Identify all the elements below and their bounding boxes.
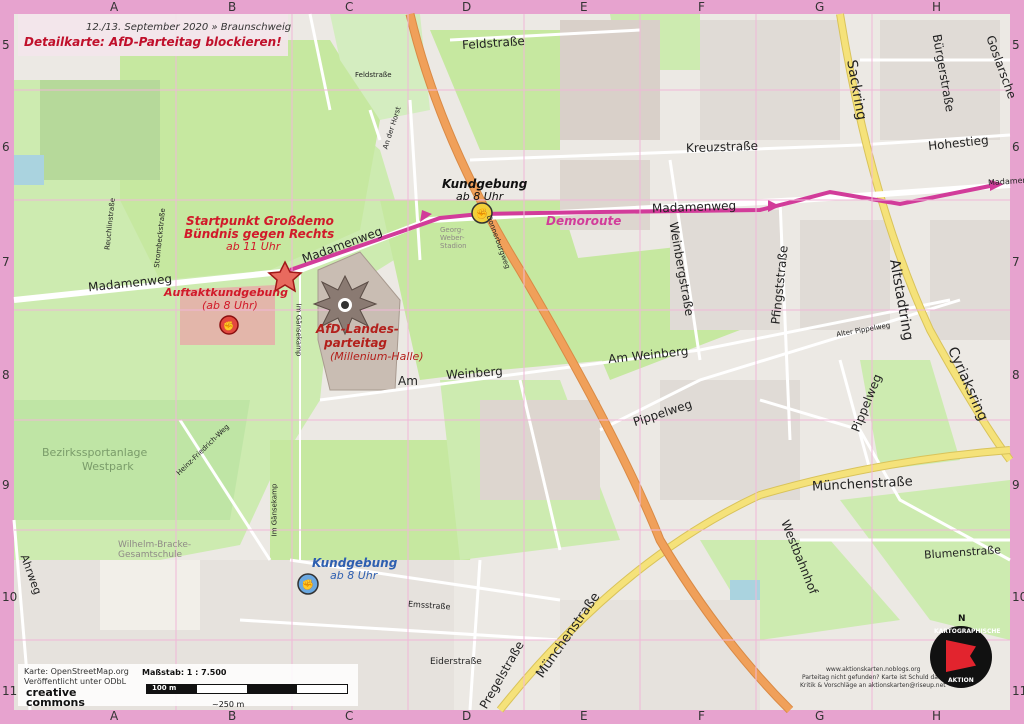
- grid-row-label: 5: [1012, 38, 1020, 52]
- grid-row-label: 8: [1012, 368, 1020, 382]
- place-label-school: Wilhelm-Bracke-Gesamtschule: [118, 540, 192, 560]
- auftakt-fist-marker[interactable]: ✊: [219, 315, 239, 335]
- annotation-kundgebung-yellow-time: ab 8 Uhr: [456, 190, 504, 203]
- grid-col-label: A: [110, 0, 119, 14]
- grid-row-label: 7: [1012, 255, 1020, 269]
- grid-row-label: 11: [2, 684, 18, 698]
- map-title: Detailkarte: AfD-Parteitag blockieren!: [24, 35, 282, 49]
- place-label-stadion: Georg-Weber-Stadion: [440, 226, 467, 250]
- place-label-bezirkssportanlage: Bezirkssportanlage: [42, 446, 148, 459]
- annotation-afd: AfD-Landes-: [316, 322, 399, 336]
- school-area: [100, 560, 200, 630]
- street-label-eiderstrasse: Eiderstraße: [430, 657, 482, 667]
- allotments-south: [270, 440, 480, 560]
- grid-col-label: E: [580, 709, 588, 723]
- annotation-startpunkt-time: ab 11 Uhr: [226, 240, 281, 253]
- grid-col-label: B: [228, 0, 237, 14]
- pond: [14, 155, 44, 185]
- residential-block-1: [700, 20, 840, 140]
- street-label-kreuzstrasse: Kreuzstraße: [685, 138, 759, 156]
- map-canvas[interactable]: ✊ ✊ ✊: [0, 0, 1024, 724]
- scale-bar-label: 100 m: [152, 684, 177, 692]
- grid-col-label: D: [462, 709, 472, 723]
- grid-col-label: H: [932, 0, 942, 14]
- credit-contact: Kritik & Vorschläge an aktionskarten@ris…: [800, 682, 946, 689]
- grid-row-label: 6: [1012, 140, 1020, 154]
- annotation-afd: parteitag: [324, 336, 388, 350]
- grid-row-label: 10: [1012, 590, 1024, 604]
- map-date: 12./13. September 2020 » Braunschweig: [86, 22, 292, 33]
- scale-250m-label: ~250 m: [212, 700, 245, 709]
- svg-text:✊: ✊: [302, 579, 314, 591]
- grid-col-label: B: [228, 709, 237, 723]
- grid-col-label: F: [698, 709, 705, 723]
- grid-row-label: 7: [2, 255, 10, 269]
- grid-col-label: H: [932, 709, 942, 723]
- svg-text:✊: ✊: [223, 321, 234, 332]
- grid-col-label: D: [462, 0, 472, 14]
- street-label-am-weinberg: Am: [398, 374, 418, 388]
- grid-col-label: G: [815, 0, 825, 14]
- grid-row-label: 9: [1012, 478, 1020, 492]
- grid-row-label: 10: [2, 590, 18, 604]
- annotation-demoroute: Demoroute: [546, 214, 622, 228]
- credit-note: Parteitag nicht gefunden? Karte ist Schu…: [802, 674, 950, 681]
- annotation-kundgebung-blue: Kundgebung: [312, 556, 398, 570]
- credit-odbl: Veröffentlicht unter ODbL: [24, 677, 127, 686]
- kundgebung-blue-marker[interactable]: ✊: [297, 573, 319, 595]
- building-block-2: [480, 400, 600, 500]
- annotation-kundgebung-blue-time: ab 8 Uhr: [330, 569, 378, 582]
- place-label-westpark: Westpark: [82, 460, 134, 473]
- grid-col-label: F: [698, 0, 705, 14]
- forest-west: [40, 80, 160, 180]
- grid-col-label: G: [815, 709, 825, 723]
- street-label-feldstrasse-small: Feldstraße: [355, 71, 392, 79]
- annotation-startpunkt: Bündnis gegen Rechts: [184, 227, 335, 241]
- grid-row-label: 6: [2, 140, 10, 154]
- compass-north: N: [958, 614, 966, 624]
- annotation-kundgebung-yellow: Kundgebung: [442, 177, 528, 191]
- annotation-startpunkt: Startpunkt Großdemo: [186, 214, 334, 228]
- credit-website: www.aktionskarten.noblogs.org: [826, 666, 921, 673]
- grid-row-label: 9: [2, 478, 10, 492]
- grid-col-label: E: [580, 0, 588, 14]
- creative-commons-logo: creative commons: [26, 686, 85, 709]
- building-block-1: [560, 20, 660, 140]
- annotation-auftakt: Auftaktkundgebung: [164, 286, 288, 299]
- grid-row-label: 11: [1012, 684, 1024, 698]
- logo-text-bottom: AKTION: [948, 677, 974, 684]
- street-label-im-gaensekamp: Im Gänsekamp: [294, 303, 303, 357]
- grid-row-label: 5: [2, 38, 10, 52]
- street-label-im-gaensekamp: Im Gänsekamp: [270, 483, 279, 537]
- credit-osm: Karte: OpenStreetMap.org: [24, 667, 129, 676]
- residential-block-6: [930, 220, 1010, 340]
- grid-col-label: A: [110, 709, 119, 723]
- logo-text-top: KARTOGRAPHISCHE: [934, 628, 1001, 635]
- annotation-auftakt-time: (ab 8 Uhr): [202, 299, 258, 312]
- grid-col-label: C: [345, 0, 354, 14]
- grid-col-label: C: [345, 709, 354, 723]
- grid-row-label: 8: [2, 368, 10, 382]
- scale-label: Maßstab: 1 : 7.500: [142, 668, 227, 677]
- residential-block-7: [660, 380, 800, 500]
- street-label-madamenweg: Madamenweg: [651, 198, 737, 216]
- annotation-afd-venue: (Millenium-Halle): [330, 350, 424, 363]
